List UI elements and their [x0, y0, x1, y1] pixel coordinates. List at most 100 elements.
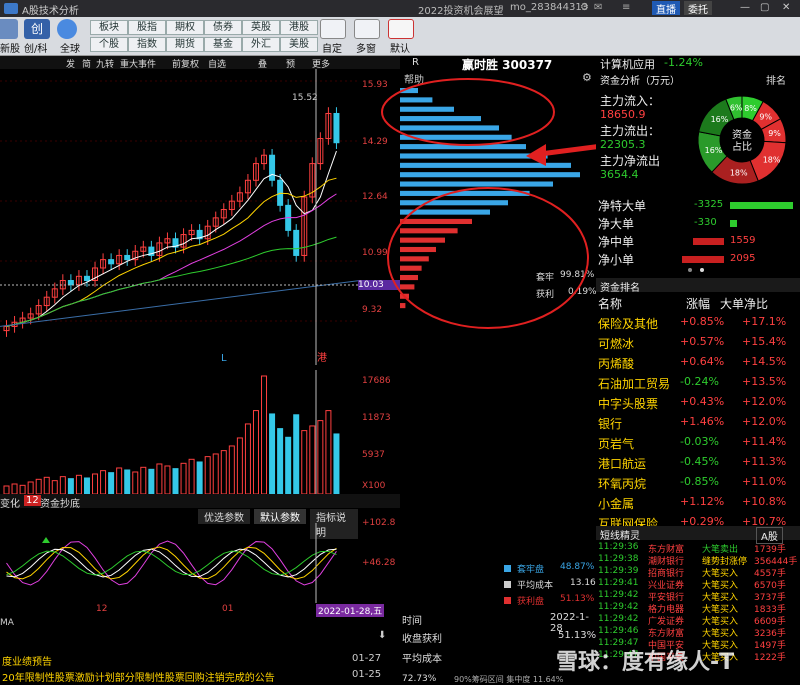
net-flow-bar: [730, 220, 737, 227]
volume-bar: [325, 410, 332, 494]
tab-change[interactable]: 变化: [0, 495, 20, 510]
tab-options[interactable]: 期权: [166, 20, 204, 35]
home-icon[interactable]: [388, 19, 414, 39]
tab-index-fut[interactable]: 股指: [128, 20, 166, 35]
chuang-ke-icon[interactable]: 创: [24, 19, 50, 39]
mail-icon[interactable]: ✉: [594, 2, 602, 13]
buy-signal-icon: [42, 537, 50, 543]
rank-row[interactable]: 中字头股票 +0.43% +12.0%: [596, 392, 800, 412]
trade-row[interactable]: 11:29:42 广发证券 大笔买入 6609手: [596, 614, 800, 627]
rank-header-name[interactable]: 名称: [598, 295, 622, 312]
net-flow-value: 2095: [730, 253, 756, 264]
legend-profit-swatch: [504, 597, 511, 604]
trade-row[interactable]: 11:29:39 招商银行 大笔买入 4557手: [596, 566, 800, 579]
entrust-button[interactable]: 委托: [684, 1, 712, 16]
rank-row[interactable]: 可燃冰 +0.57% +15.4%: [596, 332, 800, 352]
inflow-value: 18650.9: [600, 108, 646, 121]
net-flow-value: -330: [694, 217, 717, 228]
live-button[interactable]: 直播: [652, 1, 680, 16]
rank-name: 页岩气: [598, 437, 635, 451]
close-icon[interactable]: ✕: [782, 2, 790, 13]
toolbar-label-default[interactable]: 默认: [390, 40, 410, 55]
minimize-icon[interactable]: —: [740, 2, 750, 13]
tab-hk-stocks[interactable]: 港股: [280, 20, 318, 35]
trade-row[interactable]: 11:29:38 潮财银行 缝势封涨停 356444手: [596, 554, 800, 567]
volume-bar: [59, 476, 66, 494]
price-chart[interactable]: L 港: [0, 69, 360, 365]
annotation-ellipse-bottom: [387, 187, 589, 329]
download-icon[interactable]: ⬇: [378, 630, 386, 641]
rank-row[interactable]: 页岩气 -0.03% +11.4%: [596, 432, 800, 452]
tab-us-stocks[interactable]: 美股: [280, 37, 318, 52]
user-name[interactable]: mo_283844313: [510, 2, 588, 13]
rank-row[interactable]: 环氧丙烷 -0.85% +11.0%: [596, 472, 800, 492]
tab-bottom-fish[interactable]: 资金抄底: [40, 495, 80, 510]
toolbar-label-new[interactable]: 新股: [0, 40, 20, 55]
volume-bar: [140, 466, 147, 494]
sector-name[interactable]: 计算机应用: [600, 56, 655, 72]
net-flow-row: 净特大单 -3325: [596, 196, 800, 214]
settings-icon[interactable]: ⚙: [580, 2, 589, 13]
tab-futures[interactable]: 期货: [166, 37, 204, 52]
volume-chart[interactable]: [0, 370, 360, 494]
toolbar-label-global[interactable]: 全球: [60, 40, 80, 55]
donut-label: 8%: [744, 104, 757, 113]
toolbar-label-multiwin[interactable]: 多窗: [356, 40, 376, 55]
tab-forex[interactable]: 外汇: [242, 37, 280, 52]
new-stock-icon[interactable]: [0, 19, 18, 39]
globe-icon[interactable]: [57, 19, 77, 39]
rank-row[interactable]: 港口航运 -0.45% +11.3%: [596, 452, 800, 472]
news-link[interactable]: 2022投资机会展望: [418, 2, 503, 17]
tab-stocks[interactable]: 个股: [90, 37, 128, 52]
custom-icon[interactable]: [320, 19, 346, 39]
trade-row[interactable]: 11:29:42 格力电器 大笔买入 1833手: [596, 602, 800, 615]
trade-row[interactable]: 11:29:42 平安银行 大笔买入 3737手: [596, 590, 800, 603]
volume-bar: [27, 481, 34, 494]
multi-window-icon[interactable]: [354, 19, 380, 39]
rank-row[interactable]: 丙烯酸 +0.64% +14.5%: [596, 352, 800, 372]
summary-cost-label: 平均成本: [402, 654, 442, 665]
candle-body: [293, 229, 300, 256]
rank-name: 可燃冰: [598, 337, 635, 351]
rank-header-pct[interactable]: 涨幅: [686, 295, 710, 312]
legend-avg-label: 平均成本: [517, 581, 554, 591]
tab-sector[interactable]: 板块: [90, 20, 128, 35]
trade-row[interactable]: 11:29:46 东方财富 大笔买入 3236手: [596, 626, 800, 639]
trade-row[interactable]: 11:29:41 兴业证券 大笔买入 6570手: [596, 578, 800, 591]
news-item-1[interactable]: 度业绩预告: [2, 653, 52, 668]
volume-bar: [172, 468, 179, 494]
rank-header-ratio[interactable]: 大单净比: [720, 295, 768, 312]
indicator-chart[interactable]: [0, 523, 360, 603]
chart-header: 发 简 九转 重大事件 前复权 自选 叠 预 更多: [0, 56, 400, 70]
candle-body: [67, 280, 74, 286]
rank-row[interactable]: 石油加工贸易 -0.24% +13.5%: [596, 372, 800, 392]
btn-preferred-params[interactable]: 优选参数: [198, 509, 250, 524]
rank-row[interactable]: 小金属 +1.12% +10.8%: [596, 492, 800, 512]
rank-ratio: +14.5%: [742, 355, 787, 368]
tab-uk-stocks[interactable]: 英股: [242, 20, 280, 35]
page-dot-1[interactable]: [688, 268, 692, 272]
volume-bar: [244, 423, 251, 494]
toolbar-label-custom[interactable]: 自定: [322, 40, 342, 55]
ma-label: MA: [0, 618, 14, 628]
tab-funds[interactable]: 基金: [204, 37, 242, 52]
news-item-2[interactable]: 20年限制性股票激励计划部分限制性股票回购注销完成的公告: [2, 669, 275, 684]
volume-bar: [252, 410, 259, 494]
page-dot-2[interactable]: [700, 268, 704, 272]
tab-index[interactable]: 指数: [128, 37, 166, 52]
tab-12[interactable]: 12: [24, 495, 41, 506]
toolbar-label-chuangke[interactable]: 创/科: [24, 40, 47, 55]
net-flow-row: 净小单 2095: [596, 250, 800, 268]
volume-bar: [204, 456, 211, 494]
btn-default-params[interactable]: 默认参数: [254, 509, 306, 524]
trade-row[interactable]: 11:29:36 东方财富 大笔卖出 1739手: [596, 542, 800, 555]
summary-time-label: 时间: [402, 616, 422, 627]
watermark: 雪球：度有缘人-T: [556, 650, 735, 675]
volume-bar: [261, 375, 268, 494]
tab-bonds[interactable]: 债券: [204, 20, 242, 35]
rank-button[interactable]: 排名: [766, 72, 786, 87]
menu-icon[interactable]: ≡: [622, 2, 630, 13]
maximize-icon[interactable]: ▢: [760, 2, 769, 13]
rank-row[interactable]: 银行 +1.46% +12.0%: [596, 412, 800, 432]
rank-row[interactable]: 保险及其他 +0.85% +17.1%: [596, 312, 800, 332]
